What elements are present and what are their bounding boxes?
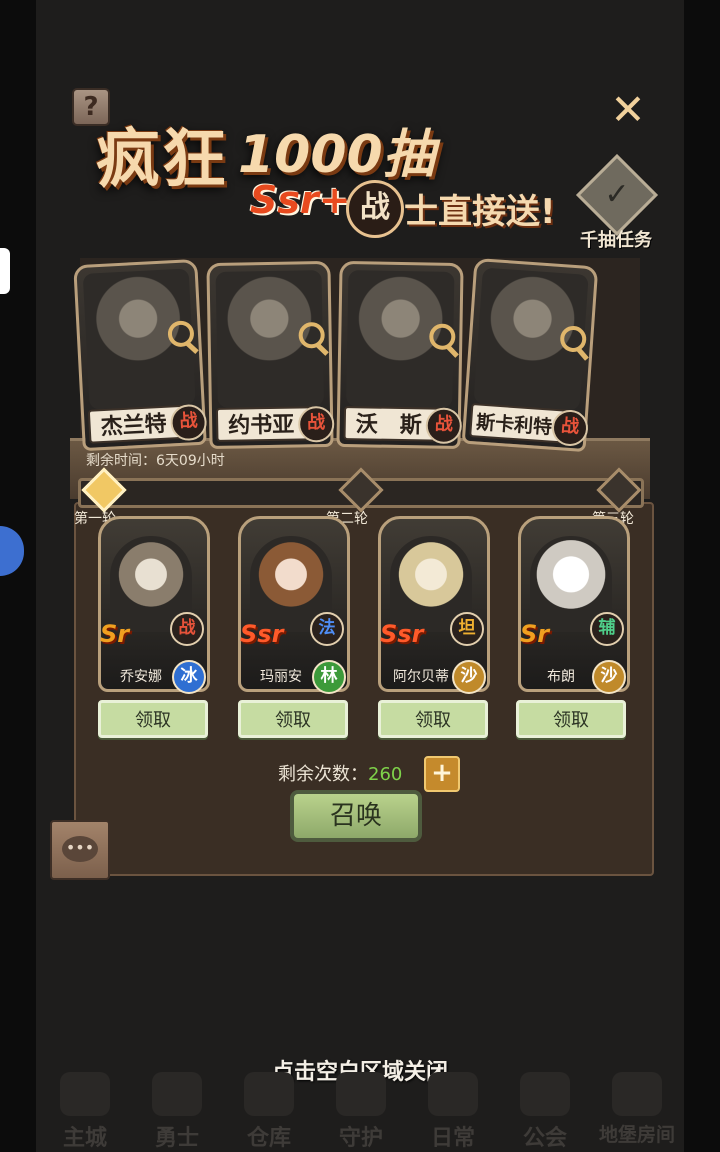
reward-card-3[interactable]: Ssr 坦 阿尔贝蒂 沙 bbox=[378, 516, 490, 694]
magnifier-icon[interactable] bbox=[298, 322, 325, 349]
claim-button-4[interactable]: 领取 bbox=[516, 700, 626, 738]
summon-button[interactable]: 召唤 bbox=[290, 790, 422, 842]
character-name: 布朗 bbox=[547, 669, 575, 685]
element-badge: 沙 bbox=[592, 660, 626, 694]
featured-card-4[interactable]: 斯卡利特 战 bbox=[461, 257, 599, 453]
nav-main-city[interactable]: 主城 bbox=[40, 1066, 130, 1152]
reward-card-4[interactable]: Sr 辅 布朗 沙 bbox=[518, 516, 630, 694]
class-badge: 辅 bbox=[590, 612, 624, 646]
magnifier-icon[interactable] bbox=[429, 323, 456, 350]
event-title: 疯狂 bbox=[96, 122, 228, 197]
warrior-icon bbox=[152, 1072, 202, 1116]
character-name: 阿尔贝蒂 bbox=[393, 669, 449, 685]
element-badge: 沙 bbox=[452, 660, 486, 694]
side-bookmark-icon[interactable] bbox=[0, 248, 10, 294]
task-label: 千抽任务 bbox=[580, 230, 652, 251]
nav-warehouse[interactable]: 仓库 bbox=[224, 1066, 314, 1152]
castle-icon bbox=[60, 1072, 110, 1116]
nav-label: 勇士 bbox=[154, 1126, 199, 1151]
nav-bunker-room[interactable]: 地堡房间 bbox=[592, 1066, 682, 1152]
bottom-nav: 主城 勇士 仓库 守护 日常 公会 地堡房间 bbox=[36, 1066, 684, 1152]
chat-button[interactable]: ••• bbox=[50, 820, 110, 880]
claim-button-1[interactable]: 领取 bbox=[98, 700, 208, 738]
warehouse-icon bbox=[244, 1072, 294, 1116]
remaining-count-value: 260 bbox=[368, 764, 403, 785]
nav-label: 地堡房间 bbox=[598, 1124, 675, 1146]
remaining-time: 剩余时间：6天09小时 bbox=[86, 453, 225, 469]
magnifier-icon[interactable] bbox=[167, 320, 195, 348]
guard-icon bbox=[336, 1072, 386, 1116]
claim-button-2[interactable]: 领取 bbox=[238, 700, 348, 738]
nav-label: 仓库 bbox=[246, 1126, 291, 1151]
remaining-count-row: 剩余次数：260 bbox=[278, 760, 402, 786]
class-badge: 战 bbox=[170, 612, 204, 646]
nav-label: 守护 bbox=[338, 1126, 383, 1151]
class-badge: 法 bbox=[310, 612, 344, 646]
event-title-count: 1000抽 bbox=[238, 125, 435, 185]
daily-icon bbox=[428, 1072, 478, 1116]
nav-warriors[interactable]: 勇士 bbox=[132, 1066, 222, 1152]
close-button[interactable]: ✕ bbox=[606, 88, 650, 132]
class-badge: 坦 bbox=[450, 612, 484, 646]
checkbox-icon: ✓ bbox=[575, 153, 659, 237]
nav-label: 主城 bbox=[62, 1126, 107, 1151]
ssr-tag: Ssr+ bbox=[250, 178, 351, 222]
add-count-button[interactable]: + bbox=[424, 756, 460, 792]
rarity-badge: Sr bbox=[100, 620, 130, 648]
element-badge: 林 bbox=[312, 660, 346, 694]
chat-bubble-icon: ••• bbox=[62, 836, 98, 862]
reward-card-2[interactable]: Ssr 法 玛丽安 林 bbox=[238, 516, 350, 694]
warrior-badge: 战 bbox=[346, 180, 404, 238]
rarity-badge: Ssr bbox=[380, 620, 424, 648]
element-badge: 冰 bbox=[172, 660, 206, 694]
featured-card-3[interactable]: 沃 斯 战 bbox=[336, 260, 464, 450]
rarity-badge: Ssr bbox=[240, 620, 284, 648]
nav-guard[interactable]: 守护 bbox=[316, 1066, 406, 1152]
class-badge: 战 bbox=[297, 405, 335, 443]
reward-card-1[interactable]: Sr 战 乔安娜 冰 bbox=[98, 516, 210, 694]
nav-guild[interactable]: 公会 bbox=[500, 1066, 590, 1152]
class-badge: 战 bbox=[169, 403, 208, 442]
bunker-icon bbox=[612, 1072, 662, 1116]
nav-daily[interactable]: 日常 bbox=[408, 1066, 498, 1152]
remaining-count-label: 剩余次数： bbox=[278, 764, 368, 785]
featured-card-2[interactable]: 约书亚 战 bbox=[206, 260, 335, 450]
nav-label: 日常 bbox=[430, 1126, 475, 1151]
thousand-draw-task-button[interactable]: ✓ 千抽任务 bbox=[574, 153, 659, 256]
nav-label: 公会 bbox=[522, 1126, 567, 1151]
guild-shield-icon bbox=[520, 1072, 570, 1116]
character-name: 玛丽安 bbox=[260, 669, 302, 685]
class-badge: 战 bbox=[425, 407, 463, 445]
rarity-badge: Sr bbox=[520, 620, 550, 648]
side-swirl-icon[interactable] bbox=[0, 526, 24, 576]
claim-button-3[interactable]: 领取 bbox=[378, 700, 488, 738]
event-subtitle: 士直接送! bbox=[404, 192, 556, 232]
featured-card-1[interactable]: 杰兰特 战 bbox=[73, 258, 208, 452]
character-name: 乔安娜 bbox=[120, 669, 162, 685]
